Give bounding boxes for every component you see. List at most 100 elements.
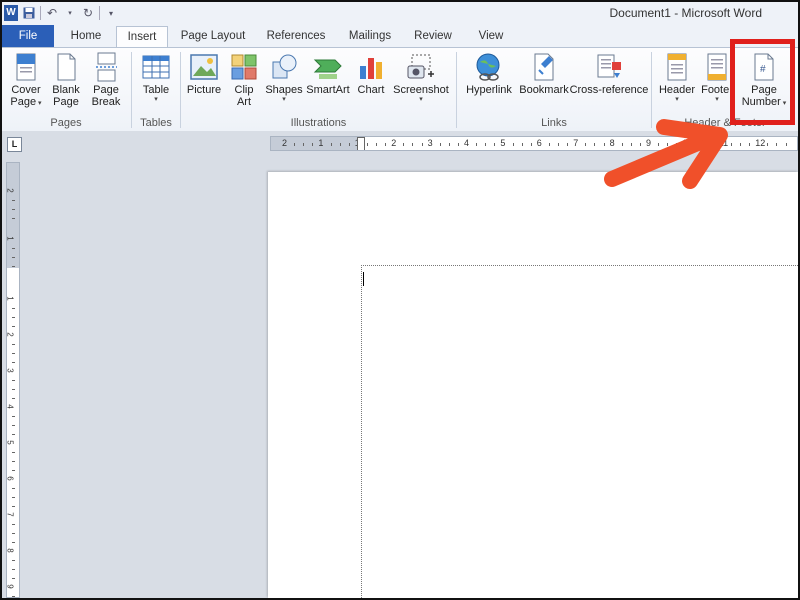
ruler-top-margin: [7, 163, 19, 268]
blank-page-label: Page: [53, 96, 79, 108]
clip-art-label: Art: [236, 96, 252, 108]
chevron-down-icon: ▾: [282, 96, 286, 103]
clip-art-button[interactable]: Clip Art: [227, 52, 261, 108]
header-button[interactable]: Header ▾: [656, 52, 698, 104]
document-page[interactable]: [268, 172, 798, 598]
ruler-number: 6: [536, 138, 542, 148]
blank-page-button[interactable]: Blank Page: [46, 52, 86, 108]
smartart-icon: [313, 52, 343, 82]
ruler-tick: [740, 143, 741, 146]
tab-mailings[interactable]: Mailings: [340, 26, 400, 47]
ruler-number: 8: [6, 548, 15, 553]
tab-selector[interactable]: L: [7, 137, 22, 152]
ruler-tick: [494, 143, 496, 146]
smartart-button[interactable]: SmartArt: [305, 52, 351, 96]
smartart-label: SmartArt: [306, 84, 350, 96]
arrow-icon: [604, 119, 728, 189]
group-pages: Cover Page ▾ Blank Page Page Break Pages: [2, 48, 130, 131]
shapes-label: Shapes: [265, 84, 303, 96]
ruler-tick: [12, 200, 15, 201]
table-label: Table: [142, 84, 170, 96]
tab-review[interactable]: Review: [406, 26, 460, 47]
ruler-tick: [12, 389, 15, 390]
page-break-label: Break: [91, 96, 121, 108]
ruler-tick: [457, 143, 459, 146]
ruler-number: 4: [464, 138, 470, 148]
group-tables: Table ▾ Tables: [132, 48, 180, 131]
text-area-boundary[interactable]: [361, 265, 798, 598]
shapes-button[interactable]: Shapes ▾: [265, 52, 303, 104]
ruler-tick: [385, 143, 387, 146]
group-label-illustrations: Illustrations: [290, 117, 347, 129]
ruler-tick: [512, 143, 514, 146]
clip-art-icon: [229, 52, 259, 82]
page-break-button[interactable]: Page Break: [86, 52, 126, 108]
ruler-tick: [12, 398, 15, 399]
cross-reference-button[interactable]: Cross-reference: [569, 52, 649, 96]
ruler-tick: [12, 344, 15, 345]
ruler-tick: [12, 578, 15, 579]
bookmark-button[interactable]: Bookmark: [517, 52, 571, 96]
ruler-tick: [767, 143, 769, 146]
chart-button[interactable]: Chart: [353, 52, 389, 96]
highlight-box: [730, 39, 795, 125]
cover-page-label: Cover: [11, 84, 41, 96]
ruler-number: 5: [500, 138, 506, 148]
ruler-tick: [366, 143, 368, 146]
ribbon-tabs: File Home Insert Page Layout References …: [2, 24, 798, 48]
ruler-tick: [12, 218, 15, 219]
ruler-tick: [376, 143, 377, 146]
word-window: W ↶ ▾ ↻ ▾ Document1 - Microsoft Word Fil…: [0, 0, 800, 600]
ruler-tick: [776, 143, 778, 146]
bookmark-icon: [529, 52, 559, 82]
chart-icon: [356, 52, 386, 82]
tab-view[interactable]: View: [466, 26, 516, 47]
hyperlink-label: Hyperlink: [466, 84, 512, 96]
ruler-number: 6: [6, 476, 15, 481]
cover-page-button[interactable]: Cover Page ▾: [6, 52, 46, 108]
hyperlink-button[interactable]: Hyperlink: [461, 52, 517, 96]
ruler-tick: [12, 308, 15, 309]
blank-page-label: Blank: [52, 84, 80, 96]
ruler-tick: [548, 143, 550, 146]
ruler-tick: [567, 143, 569, 146]
ruler-tick: [421, 143, 423, 146]
ruler-tick: [594, 143, 596, 146]
ruler-number: 2: [391, 138, 397, 148]
indent-marker[interactable]: [357, 137, 365, 150]
shapes-icon: [269, 52, 299, 82]
ruler-tick: [12, 524, 15, 525]
ruler-tick: [12, 317, 15, 318]
table-icon: [141, 52, 171, 82]
tab-file[interactable]: File: [2, 25, 54, 47]
picture-button[interactable]: Picture: [183, 52, 225, 96]
tab-home[interactable]: Home: [60, 26, 112, 47]
ruler-number: 2: [6, 332, 15, 337]
table-button[interactable]: Table ▾: [136, 52, 176, 104]
ruler-tick: [12, 257, 15, 258]
ruler-tick: [403, 143, 405, 146]
ruler-tick: [12, 569, 15, 570]
vertical-ruler[interactable]: 2 1 1 2 3 4 5 6 7 8 9: [6, 162, 20, 598]
clip-art-label: Clip: [234, 84, 254, 96]
window-title: Document1 - Microsoft Word: [609, 6, 763, 20]
ruler-tick: [12, 461, 15, 462]
text-cursor: [363, 272, 364, 286]
chart-label: Chart: [357, 84, 385, 96]
cross-reference-label: Cross-reference: [569, 84, 649, 96]
tab-insert[interactable]: Insert: [116, 26, 168, 48]
ruler-tick: [785, 143, 787, 146]
ruler-tick: [12, 533, 15, 534]
tab-references[interactable]: References: [258, 26, 334, 47]
ruler-number: 12: [755, 138, 766, 148]
ruler-tick: [303, 143, 305, 146]
title-bar: W ↶ ▾ ↻ ▾ Document1 - Microsoft Word: [2, 2, 798, 24]
ruler-tick: [12, 488, 15, 489]
ruler-tick: [12, 326, 15, 327]
screenshot-button[interactable]: Screenshot ▾: [391, 52, 451, 104]
ruler-number: 1: [318, 138, 324, 148]
tab-page-layout[interactable]: Page Layout: [174, 26, 252, 47]
ruler-tick: [12, 470, 15, 471]
ruler-number: 7: [573, 138, 579, 148]
ruler-tick: [12, 434, 15, 435]
